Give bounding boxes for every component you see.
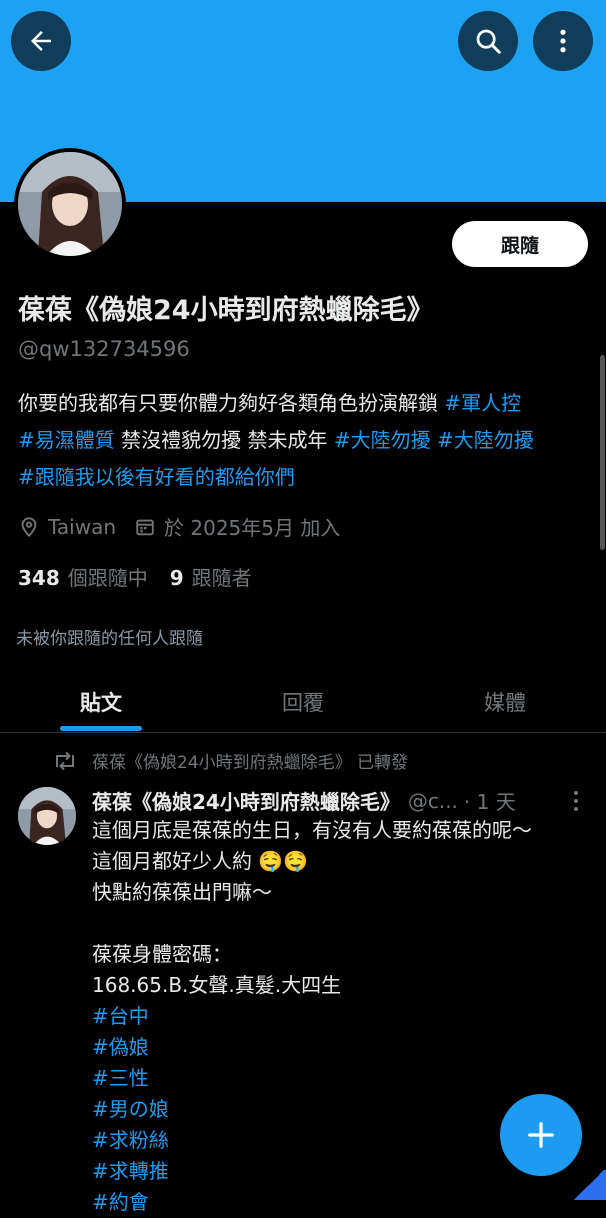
- display-name: 葆葆《偽娘24小時到府熱蠟除毛》: [18, 295, 434, 326]
- post-more-icon[interactable]: [566, 788, 586, 814]
- search-icon: [476, 29, 501, 54]
- bio-line-2: #易濕體質 禁沒禮貌勿擾 禁未成年 #大陸勿擾 #大陸勿擾: [18, 422, 593, 459]
- followers-count: 9: [169, 566, 184, 590]
- post-line: 快點約葆葆出門嘛～: [92, 880, 272, 904]
- follow-button[interactable]: 跟隨: [452, 221, 588, 267]
- avatar-photo: [18, 787, 76, 845]
- scrollbar[interactable]: [600, 355, 605, 550]
- join-date: 於 2025年5月 加入: [134, 512, 340, 541]
- hashtag-link[interactable]: #三性: [92, 1063, 592, 1094]
- hashtag-link[interactable]: #約會: [92, 1187, 592, 1218]
- back-button[interactable]: [11, 11, 71, 71]
- post-header: 葆葆《偽娘24小時到府熱蠟除毛》 @c... · 1 天: [92, 786, 516, 815]
- followers-count-link[interactable]: 9 跟隨者: [170, 562, 252, 591]
- followers-label: 跟隨者: [191, 566, 252, 590]
- post-line: 這個月都好少人約 🤤🤤: [92, 849, 309, 873]
- active-tab-indicator: [60, 726, 142, 731]
- post-author-handle[interactable]: @c...: [408, 789, 458, 813]
- profile-meta: Taiwan 於 2025年5月 加入: [18, 512, 358, 541]
- tab-posts[interactable]: 貼文: [0, 672, 202, 732]
- post-author-name[interactable]: 葆葆《偽娘24小時到府熱蠟除毛》: [92, 786, 400, 815]
- hashtag-link[interactable]: #易濕體質: [18, 428, 115, 452]
- more-vertical-icon: [560, 29, 566, 53]
- hashtag-link[interactable]: #偽娘: [92, 1032, 592, 1063]
- post-line: 168.65.B.女聲.真髮.大四生: [92, 973, 342, 997]
- hashtag-link[interactable]: #跟隨我以後有好看的都給你們: [18, 465, 295, 489]
- retweet-label: 葆葆《偽娘24小時到府熱蠟除毛》 已轉發: [92, 753, 409, 773]
- retweet-indicator: 葆葆《偽娘24小時到府熱蠟除毛》 已轉發: [52, 748, 408, 773]
- follow-counts: 348 個跟隨中 9 跟隨者: [18, 562, 252, 591]
- profile-bio: 你要的我都有只要你體力夠好各類角色扮演解鎖 #軍人控 #易濕體質 禁沒禮貌勿擾 …: [18, 385, 593, 496]
- bio-line-1: 你要的我都有只要你體力夠好各類角色扮演解鎖 #軍人控: [18, 385, 593, 422]
- calendar-icon: [136, 519, 154, 535]
- tab-media[interactable]: 媒體: [404, 672, 606, 732]
- hashtag-link[interactable]: #大陸勿擾: [334, 428, 431, 452]
- profile-tabs: 貼文 回覆 媒體: [0, 672, 606, 733]
- more-options-button[interactable]: [533, 11, 593, 71]
- bio-text: 禁沒禮貌勿擾 禁未成年: [114, 428, 334, 452]
- location-pin-icon: [21, 516, 37, 537]
- search-button[interactable]: [458, 11, 518, 71]
- location: Taiwan: [18, 515, 116, 539]
- not-followed-note: 未被你跟隨的任何人跟隨: [16, 629, 203, 649]
- plus-icon: [528, 1122, 554, 1148]
- following-count: 348: [18, 566, 60, 590]
- hashtag-link[interactable]: #台中: [92, 1001, 592, 1032]
- profile-avatar[interactable]: [14, 148, 126, 260]
- post-line: 這個月底是葆葆的生日，有沒有人要約葆葆的呢～: [92, 818, 532, 842]
- following-count-link[interactable]: 348 個跟隨中: [18, 562, 148, 591]
- tab-replies[interactable]: 回覆: [202, 672, 404, 732]
- corner-badge-icon: [572, 1170, 606, 1200]
- compose-button[interactable]: [500, 1094, 582, 1176]
- arrow-left-icon: [31, 31, 51, 51]
- post-author-avatar[interactable]: [18, 787, 76, 845]
- join-date-text: 於 2025年5月 加入: [164, 516, 341, 540]
- bio-text: 你要的我都有只要你體力夠好各類角色扮演解鎖: [18, 391, 445, 415]
- bio-line-3: #跟隨我以後有好看的都給你們: [18, 459, 593, 496]
- hashtag-link[interactable]: #大陸勿擾: [437, 428, 534, 452]
- post-line: 葆葆身體密碼：: [92, 942, 232, 966]
- location-text: Taiwan: [48, 514, 117, 539]
- retweet-icon: [56, 751, 74, 770]
- post-timestamp[interactable]: · 1 天: [464, 786, 516, 815]
- avatar-photo: [18, 152, 122, 256]
- following-label: 個跟隨中: [67, 566, 148, 590]
- profile-handle: @qw132734596: [18, 337, 190, 361]
- hashtag-link[interactable]: #軍人控: [444, 391, 521, 415]
